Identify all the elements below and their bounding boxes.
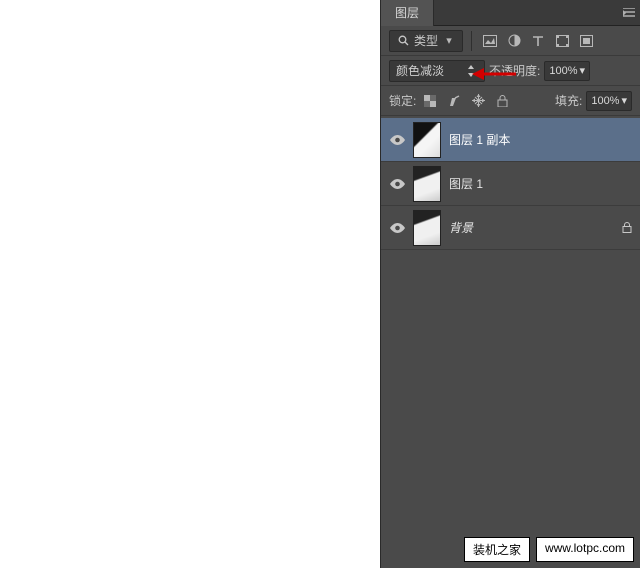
layer-name-label[interactable]: 背景 <box>449 219 473 236</box>
chevron-down-icon: ▾ <box>442 34 456 48</box>
chevron-down-icon: ▾ <box>621 94 627 107</box>
layer-thumbnail[interactable] <box>413 166 441 202</box>
layer-name-label[interactable]: 图层 1 副本 <box>449 131 510 148</box>
layer-row[interactable]: 图层 1 <box>381 162 640 206</box>
layers-list: 图层 1 副本 图层 1 背景 <box>381 116 640 250</box>
chevron-down-icon: ▾ <box>579 64 585 77</box>
filter-adjustment-icon[interactable] <box>504 31 524 51</box>
layer-thumbnail[interactable] <box>413 122 441 158</box>
filter-shape-icon[interactable] <box>552 31 572 51</box>
visibility-toggle[interactable] <box>389 220 405 236</box>
document-canvas[interactable] <box>0 0 368 568</box>
layer-row[interactable]: 图层 1 副本 <box>381 118 640 162</box>
lock-row: 锁定: 填充: 100% ▾ <box>381 86 640 116</box>
blend-mode-dropdown[interactable]: 颜色减淡 <box>389 60 485 82</box>
layer-name-label[interactable]: 图层 1 <box>449 175 483 192</box>
panel-menu-icon[interactable] <box>618 0 640 26</box>
watermark-site: 装机之家 <box>464 537 530 562</box>
blend-row: 颜色减淡 不透明度: 100% ▾ <box>381 56 640 86</box>
layer-row[interactable]: 背景 <box>381 206 640 250</box>
opacity-value: 100% <box>549 65 577 77</box>
chevron-updown-icon <box>464 64 478 78</box>
lock-all-icon[interactable] <box>492 91 512 111</box>
divider <box>471 31 472 51</box>
lock-position-icon[interactable] <box>468 91 488 111</box>
filter-row: 类型 ▾ <box>381 26 640 56</box>
fill-input[interactable]: 100% ▾ <box>586 91 632 111</box>
search-icon <box>396 34 410 48</box>
layers-panel: 图层 类型 ▾ 颜色减淡 不透明度: 100% ▾ <box>380 0 640 568</box>
filter-smart-icon[interactable] <box>576 31 596 51</box>
lock-label: 锁定: <box>389 92 416 109</box>
panel-tabbar: 图层 <box>381 0 640 26</box>
filter-pixel-icon[interactable] <box>480 31 500 51</box>
filter-type-label: 类型 <box>414 32 438 49</box>
lock-transparent-icon[interactable] <box>420 91 440 111</box>
layer-thumbnail[interactable] <box>413 210 441 246</box>
visibility-toggle[interactable] <box>389 176 405 192</box>
fill-label: 填充: <box>555 92 582 109</box>
lock-image-icon[interactable] <box>444 91 464 111</box>
lock-icon <box>622 222 632 233</box>
filter-type-dropdown[interactable]: 类型 ▾ <box>389 30 463 52</box>
visibility-toggle[interactable] <box>389 132 405 148</box>
layers-tab[interactable]: 图层 <box>381 0 434 26</box>
watermark-url: www.lotpc.com <box>536 537 634 562</box>
fill-value: 100% <box>591 95 619 107</box>
filter-text-icon[interactable] <box>528 31 548 51</box>
blend-mode-value: 颜色减淡 <box>396 62 444 79</box>
opacity-input[interactable]: 100% ▾ <box>544 61 590 81</box>
watermark: 装机之家 www.lotpc.com <box>464 537 634 562</box>
opacity-label: 不透明度: <box>489 62 540 79</box>
